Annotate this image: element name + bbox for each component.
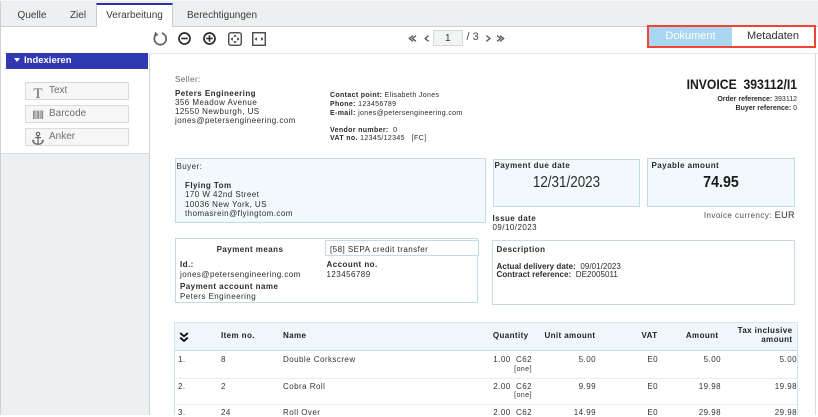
- svg-text:T: T: [33, 86, 42, 100]
